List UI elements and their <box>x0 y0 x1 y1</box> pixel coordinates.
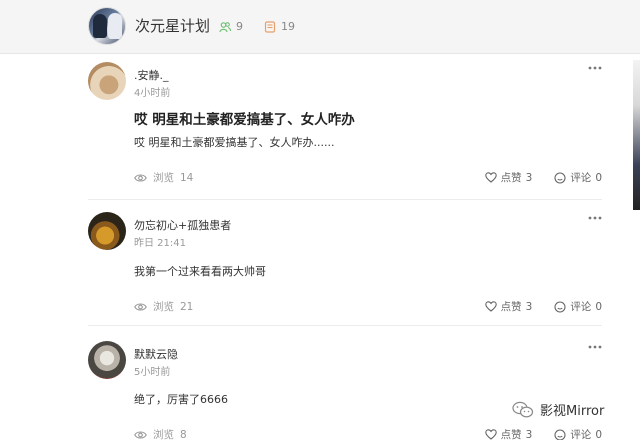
post-card: 默默云隐 5小时前 绝了，厉害了6666 浏览 8 点赞 3 评论 0 <box>88 341 602 440</box>
likes-label: 点赞 <box>500 429 522 440</box>
post-time: 昨日 21:41 <box>134 238 186 249</box>
heart-icon <box>484 172 497 183</box>
likes-label: 点赞 <box>500 172 522 184</box>
like-button[interactable]: 点赞 3 <box>484 299 533 314</box>
post-actions: 点赞 3 评论 0 <box>484 427 602 440</box>
views-value: 21 <box>180 300 194 313</box>
likes-label: 点赞 <box>500 301 522 313</box>
group-avatar[interactable] <box>88 7 126 45</box>
views-value: 14 <box>180 171 194 184</box>
post-title[interactable]: 哎 明星和土豪都爱搞基了、女人咋办 <box>134 108 355 128</box>
comments-label: 评论 <box>570 172 592 184</box>
eye-icon <box>134 173 147 182</box>
post-author[interactable]: 默默云隐 <box>134 346 178 362</box>
likes-value: 3 <box>525 300 533 313</box>
watermark: 影视Mirror <box>512 400 604 419</box>
avatar[interactable] <box>88 62 126 100</box>
smile-comment-icon <box>554 428 566 440</box>
post-content[interactable]: 哎 明星和土豪都爱搞基了、女人咋办...... <box>134 134 334 150</box>
post-count-value: 19 <box>281 20 295 33</box>
wechat-icon <box>512 401 534 417</box>
right-edge-image <box>633 60 640 210</box>
watermark-text: 影视Mirror <box>540 404 605 419</box>
comments-value: 0 <box>595 428 602 440</box>
heart-icon <box>484 429 497 440</box>
view-count: 浏览 8 <box>134 427 187 440</box>
post-divider <box>88 325 602 326</box>
post-card: 勿忘初心+孤独患者 昨日 21:41 我第一个过来看看两大帅哥 浏览 21 点赞… <box>88 212 602 326</box>
post-author[interactable]: 勿忘初心+孤独患者 <box>134 217 231 233</box>
post-author[interactable]: .安静._ <box>134 67 169 83</box>
member-count-value: 9 <box>236 20 243 33</box>
post-divider <box>88 199 602 200</box>
post-content[interactable]: 我第一个过来看看两大帅哥 <box>134 263 266 279</box>
comments-value: 0 <box>595 300 602 313</box>
member-count: 9 <box>219 20 243 33</box>
group-name[interactable]: 次元星计划 <box>135 15 210 36</box>
likes-value: 3 <box>525 428 533 440</box>
view-count: 浏览 21 <box>134 299 193 314</box>
like-button[interactable]: 点赞 3 <box>484 427 533 440</box>
avatar[interactable] <box>88 212 126 250</box>
views-label: 浏览 <box>153 429 174 440</box>
comments-label: 评论 <box>570 429 592 440</box>
more-dots-icon[interactable] <box>588 214 602 222</box>
comments-label: 评论 <box>570 301 592 313</box>
comment-button[interactable]: 评论 0 <box>554 299 602 314</box>
like-button[interactable]: 点赞 3 <box>484 170 533 185</box>
views-label: 浏览 <box>153 301 174 313</box>
comments-value: 0 <box>595 171 602 184</box>
avatar[interactable] <box>88 341 126 379</box>
post-content[interactable]: 绝了，厉害了6666 <box>134 391 228 407</box>
eye-icon <box>134 302 147 311</box>
more-dots-icon[interactable] <box>588 64 602 72</box>
group-header: 次元星计划 9 19 <box>0 0 640 54</box>
comment-button[interactable]: 评论 0 <box>554 170 602 185</box>
heart-icon <box>484 301 497 312</box>
smile-comment-icon <box>554 171 566 184</box>
post-actions: 点赞 3 评论 0 <box>484 170 602 185</box>
post-actions: 点赞 3 评论 0 <box>484 299 602 314</box>
eye-icon <box>134 430 147 439</box>
comment-button[interactable]: 评论 0 <box>554 427 602 440</box>
views-label: 浏览 <box>153 172 174 184</box>
post-count: 19 <box>264 20 295 33</box>
likes-value: 3 <box>525 171 533 184</box>
more-dots-icon[interactable] <box>588 343 602 351</box>
views-value: 8 <box>180 428 187 440</box>
view-count: 浏览 14 <box>134 170 193 185</box>
post-time: 5小时前 <box>134 367 171 378</box>
document-icon <box>264 20 276 33</box>
post-time: 4小时前 <box>134 88 171 99</box>
people-icon <box>219 21 231 32</box>
post-card: .安静._ 4小时前 哎 明星和土豪都爱搞基了、女人咋办 哎 明星和土豪都爱搞基… <box>88 62 602 200</box>
smile-comment-icon <box>554 300 566 313</box>
